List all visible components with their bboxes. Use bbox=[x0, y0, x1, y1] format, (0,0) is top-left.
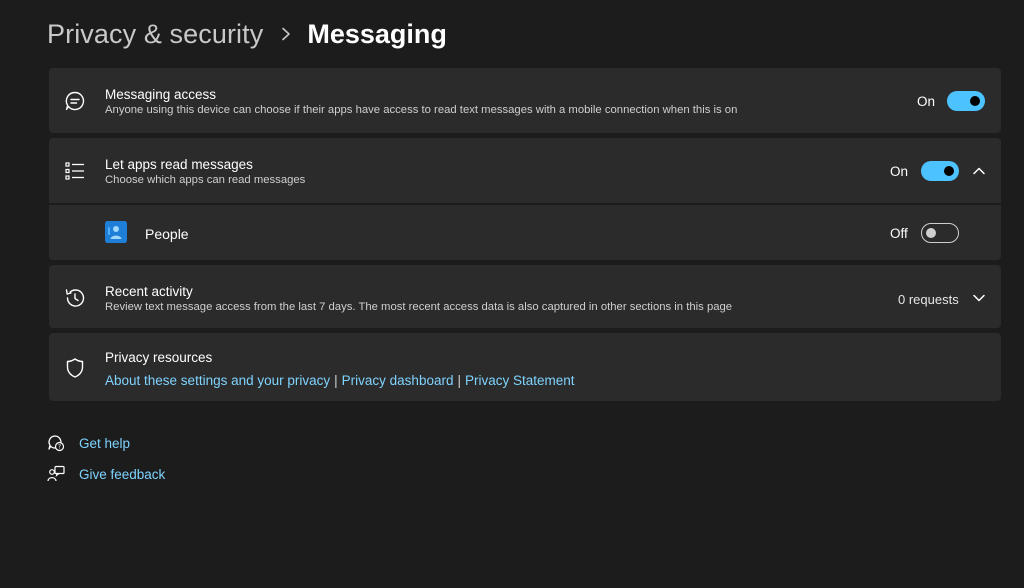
recent-activity-count: 0 requests bbox=[898, 292, 959, 307]
give-feedback-link[interactable]: Give feedback bbox=[79, 467, 165, 482]
messaging-access-toggle[interactable] bbox=[947, 91, 985, 111]
get-help-link[interactable]: Get help bbox=[79, 436, 130, 451]
people-app-icon bbox=[105, 221, 127, 243]
messaging-access-state: On bbox=[917, 94, 936, 109]
give-feedback-item[interactable]: Give feedback bbox=[47, 465, 165, 483]
shield-icon bbox=[63, 356, 87, 380]
recent-activity-title: Recent activity bbox=[105, 284, 193, 299]
recent-activity-description: Review text message access from the last… bbox=[105, 301, 733, 313]
let-apps-read-description: Choose which apps can read messages bbox=[105, 174, 306, 186]
chat-bubble-icon bbox=[63, 89, 87, 113]
link-separator: | bbox=[334, 373, 338, 388]
let-apps-read-toggle[interactable] bbox=[921, 161, 959, 181]
get-help-item[interactable]: ? Get help bbox=[47, 434, 130, 452]
let-apps-read-state: On bbox=[890, 164, 909, 179]
people-app-name: People bbox=[145, 226, 189, 242]
chevron-right-icon bbox=[275, 27, 297, 41]
let-apps-read-title: Let apps read messages bbox=[105, 157, 253, 172]
chevron-up-icon[interactable] bbox=[971, 163, 987, 179]
people-app-row: People Off bbox=[49, 205, 1001, 260]
help-chat-icon: ? bbox=[47, 434, 65, 452]
messaging-access-card: Messaging access Anyone using this devic… bbox=[49, 68, 1001, 133]
breadcrumb-parent-link[interactable]: Privacy & security bbox=[47, 19, 263, 50]
messaging-access-description: Anyone using this device can choose if t… bbox=[105, 104, 738, 116]
people-app-toggle[interactable] bbox=[921, 223, 959, 243]
chevron-down-icon[interactable] bbox=[971, 290, 987, 306]
page-title: Messaging bbox=[307, 18, 447, 49]
breadcrumb: Privacy & security Messaging bbox=[47, 16, 447, 52]
people-app-state: Off bbox=[890, 226, 908, 241]
about-settings-link[interactable]: About these settings and your privacy bbox=[105, 373, 330, 388]
privacy-resources-links: About these settings and your privacy | Pr… bbox=[105, 372, 575, 390]
privacy-resources-card: Privacy resources About these settings a… bbox=[49, 333, 1001, 401]
recent-activity-card[interactable]: Recent activity Review text message acce… bbox=[49, 265, 1001, 328]
link-separator: | bbox=[457, 373, 461, 388]
list-icon bbox=[63, 159, 87, 183]
svg-text:?: ? bbox=[58, 444, 61, 451]
privacy-statement-link[interactable]: Privacy Statement bbox=[465, 373, 575, 388]
let-apps-read-card[interactable]: Let apps read messages Choose which apps… bbox=[49, 138, 1001, 203]
feedback-icon bbox=[47, 465, 65, 483]
privacy-resources-title: Privacy resources bbox=[105, 350, 213, 365]
history-icon bbox=[63, 286, 87, 310]
messaging-access-title: Messaging access bbox=[105, 87, 217, 102]
privacy-dashboard-link[interactable]: Privacy dashboard bbox=[342, 373, 454, 388]
